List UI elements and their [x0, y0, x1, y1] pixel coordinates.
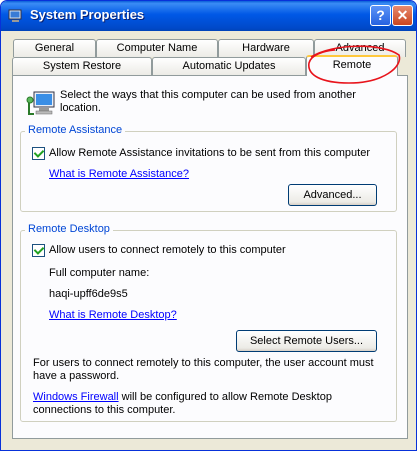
windows-firewall-link[interactable]: Windows Firewall: [33, 391, 119, 403]
remote-desktop-title: Remote Desktop: [25, 223, 113, 235]
system-properties-window: System Properties ? ✕ General Computer N…: [0, 0, 417, 451]
computer-name-label: Full computer name:: [49, 267, 150, 279]
tab-system-restore[interactable]: System Restore: [12, 57, 152, 75]
remote-desktop-help-link[interactable]: What is Remote Desktop?: [49, 309, 177, 321]
computer-name-value: haqi-upff6de9s5: [49, 288, 128, 300]
remote-tab-panel: Select the ways that this computer can b…: [12, 75, 408, 439]
remote-computer-icon: [26, 91, 55, 115]
close-button[interactable]: ✕: [392, 5, 413, 26]
title-bar[interactable]: System Properties ? ✕: [1, 1, 416, 31]
remote-desktop-checkbox-label[interactable]: Allow users to connect remotely to this …: [49, 244, 286, 256]
advanced-button[interactable]: Advanced...: [288, 184, 377, 206]
tab-remote[interactable]: Remote: [306, 55, 398, 76]
remote-assistance-checkbox-label[interactable]: Allow Remote Assistance invitations to b…: [49, 147, 370, 159]
tab-general[interactable]: General: [13, 39, 96, 57]
window-title: System Properties: [30, 7, 145, 22]
remote-assistance-title: Remote Assistance: [25, 124, 126, 136]
intro-text: Select the ways that this computer can b…: [60, 89, 356, 114]
tab-computer-name[interactable]: Computer Name: [96, 39, 218, 57]
computer-icon: [8, 9, 22, 22]
remote-desktop-group: Remote Desktop Allow users to connect re…: [20, 223, 397, 422]
remote-assistance-group: Remote Assistance Allow Remote Assistanc…: [20, 124, 397, 212]
remote-assistance-help-link[interactable]: What is Remote Assistance?: [49, 168, 189, 180]
remote-assistance-checkbox[interactable]: [32, 147, 45, 160]
firewall-note: Windows Firewall will be configured to a…: [33, 391, 378, 417]
tab-automatic-updates[interactable]: Automatic Updates: [152, 57, 306, 75]
password-note: For users to connect remotely to this co…: [33, 357, 374, 382]
tab-hardware[interactable]: Hardware: [218, 39, 314, 57]
remote-desktop-checkbox[interactable]: [32, 244, 45, 257]
select-remote-users-button[interactable]: Select Remote Users...: [236, 330, 377, 352]
help-button[interactable]: ?: [370, 5, 391, 26]
